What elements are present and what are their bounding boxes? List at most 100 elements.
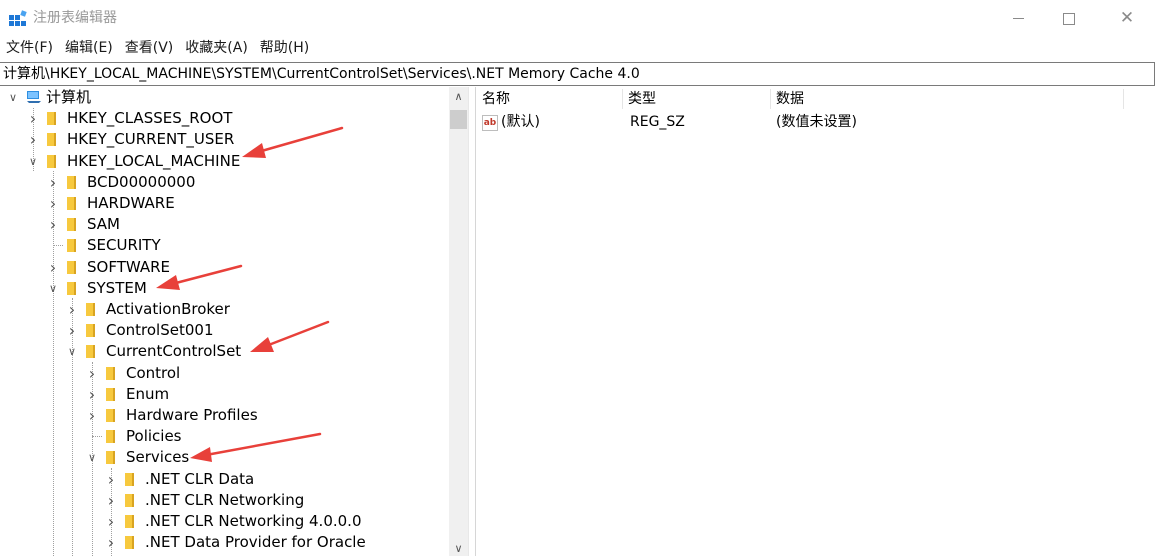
folder-icon: [106, 451, 115, 464]
folder-icon: [106, 388, 115, 401]
folder-icon: [125, 536, 134, 549]
folder-icon: [106, 409, 115, 422]
tree-guide: [92, 436, 102, 437]
folder-icon: [47, 112, 56, 125]
scroll-thumb[interactable]: [450, 110, 467, 129]
value-type: REG_SZ: [630, 114, 685, 130]
tree-label: .NET CLR Networking 4.0.0.0: [145, 512, 362, 530]
menu-bar: 文件(F) 编辑(E) 查看(V) 收藏夹(A) 帮助(H): [0, 37, 1156, 60]
menu-file[interactable]: 文件(F): [0, 37, 59, 60]
folder-icon: [106, 367, 115, 380]
chevron-right-icon[interactable]: ›: [86, 363, 98, 384]
tree-label: .NET CLR Networking: [145, 491, 305, 509]
chevron-up-icon: ∧: [454, 90, 463, 103]
column-divider[interactable]: [1123, 89, 1124, 109]
scroll-up-button[interactable]: ∧: [449, 87, 468, 105]
folder-icon: [67, 239, 76, 252]
folder-icon: [86, 324, 95, 337]
chevron-right-icon[interactable]: ›: [66, 299, 78, 320]
chevron-right-icon[interactable]: ›: [105, 490, 117, 511]
tree-label: ControlSet001: [106, 321, 214, 339]
chevron-down-icon[interactable]: ∨: [7, 87, 19, 108]
tree-label: HARDWARE: [87, 194, 175, 212]
minimize-button[interactable]: [995, 0, 1041, 37]
close-icon: ✕: [1119, 8, 1135, 28]
column-header-data[interactable]: 数据: [770, 87, 1124, 110]
tree-guide: [53, 245, 63, 246]
menu-edit[interactable]: 编辑(E): [59, 37, 119, 60]
chevron-right-icon[interactable]: ›: [47, 214, 59, 235]
tree-label: Hardware Profiles: [126, 406, 258, 424]
close-button[interactable]: ✕: [1104, 0, 1150, 37]
computer-icon: [27, 91, 41, 103]
scroll-down-button[interactable]: ∨: [449, 543, 468, 556]
folder-icon: [67, 261, 76, 274]
tree-label: .NET CLR Data: [145, 470, 255, 488]
chevron-right-icon[interactable]: ›: [27, 129, 39, 150]
tree-label: Services: [126, 448, 190, 466]
menu-favorites[interactable]: 收藏夹(A): [179, 37, 254, 60]
minimize-icon: [1012, 18, 1024, 19]
address-path[interactable]: 计算机\HKEY_LOCAL_MACHINE\SYSTEM\CurrentCon…: [3, 65, 640, 83]
chevron-right-icon[interactable]: ›: [105, 469, 117, 490]
menu-view[interactable]: 查看(V): [119, 37, 180, 60]
maximize-icon: [1063, 12, 1075, 25]
chevron-right-icon[interactable]: ›: [27, 108, 39, 129]
folder-icon: [125, 515, 134, 528]
tree-label: SECURITY: [87, 236, 161, 254]
column-header-name[interactable]: 名称: [476, 87, 622, 110]
tree-label: SOFTWARE: [87, 258, 171, 276]
folder-icon: [67, 197, 76, 210]
folder-icon: [125, 494, 134, 507]
chevron-down-icon[interactable]: ∨: [66, 341, 78, 362]
tree-label: Policies: [126, 427, 182, 445]
folder-icon: [106, 430, 115, 443]
tree-label: CurrentControlSet: [106, 342, 242, 360]
folder-icon: [86, 303, 95, 316]
chevron-right-icon[interactable]: ›: [86, 405, 98, 426]
window-title: 注册表编辑器: [33, 10, 117, 26]
string-value-icon: ab: [482, 115, 498, 131]
address-bar[interactable]: 计算机\HKEY_LOCAL_MACHINE\SYSTEM\CurrentCon…: [0, 62, 1155, 86]
folder-icon: [67, 282, 76, 295]
folder-icon: [86, 345, 95, 358]
chevron-right-icon[interactable]: ›: [86, 384, 98, 405]
tree-label: HKEY_LOCAL_MACHINE: [67, 152, 241, 170]
tree-label: Enum: [126, 385, 170, 403]
tree-label: ActivationBroker: [106, 300, 230, 318]
tree-label: HKEY_CLASSES_ROOT: [67, 109, 233, 127]
value-row[interactable]: ab (默认) REG_SZ (数值未设置): [476, 112, 1126, 133]
folder-icon: [47, 133, 56, 146]
chevron-right-icon[interactable]: ›: [105, 532, 117, 553]
chevron-right-icon[interactable]: ›: [105, 511, 117, 532]
menu-help[interactable]: 帮助(H): [254, 37, 315, 60]
tree-label: BCD00000000: [87, 173, 196, 191]
chevron-down-icon[interactable]: ∨: [86, 447, 98, 468]
chevron-right-icon[interactable]: ›: [47, 193, 59, 214]
tree-label: Control: [126, 364, 181, 382]
value-data: (数值未设置): [776, 114, 857, 130]
folder-icon: [67, 218, 76, 231]
pane-splitter[interactable]: [468, 87, 476, 556]
registry-tree: ∨ 计算机 › HKEY_CLASSES_ROOT › HKEY_CURRENT_US…: [0, 87, 449, 556]
value-name: (默认): [501, 114, 540, 130]
tree-label: .NET Data Provider for Oracle: [145, 533, 366, 551]
tree-scrollbar[interactable]: ∧ ∨: [449, 87, 468, 556]
column-header-type[interactable]: 类型: [622, 87, 770, 110]
tree-label: SAM: [87, 215, 121, 233]
tree-label: HKEY_CURRENT_USER: [67, 130, 235, 148]
registry-editor-icon: [9, 10, 27, 26]
chevron-down-icon[interactable]: ∨: [27, 151, 39, 172]
chevron-right-icon[interactable]: ›: [47, 257, 59, 278]
chevron-down-icon: ∨: [454, 542, 463, 555]
chevron-down-icon[interactable]: ∨: [47, 278, 59, 299]
tree-label: 计算机: [46, 88, 92, 106]
tree-label: SYSTEM: [87, 279, 147, 297]
chevron-right-icon[interactable]: ›: [66, 320, 78, 341]
values-list: 名称 类型 数据 ab (默认) REG_SZ (数值未设置): [476, 87, 1156, 556]
maximize-button[interactable]: [1046, 0, 1092, 37]
title-bar: 注册表编辑器 ✕: [0, 0, 1156, 37]
folder-icon: [125, 473, 134, 486]
chevron-right-icon[interactable]: ›: [47, 172, 59, 193]
folder-icon: [67, 176, 76, 189]
